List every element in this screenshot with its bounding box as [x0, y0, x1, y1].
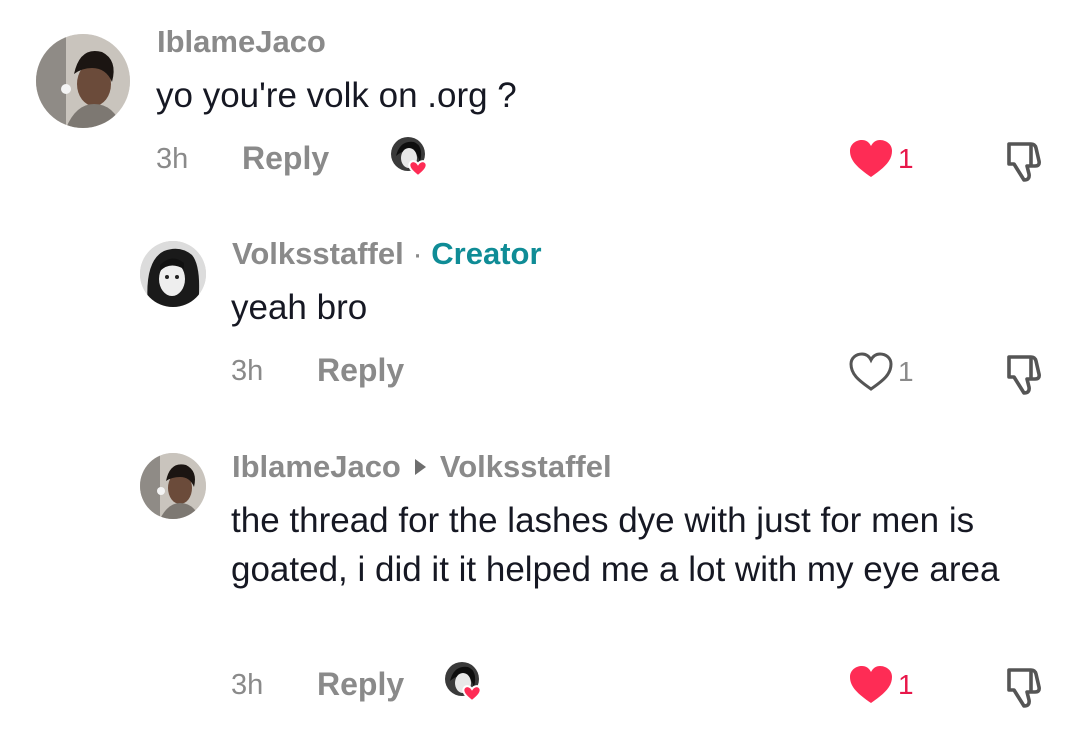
creator-liked-avatar-icon	[444, 661, 486, 703]
like-button[interactable]: 1	[848, 663, 914, 707]
reply-to-username[interactable]: Volksstaffel	[440, 449, 612, 484]
comment-time: 3h	[231, 669, 264, 701]
comment-username[interactable]: IblameJaco Volksstaffel	[232, 447, 612, 487]
like-count: 1	[898, 669, 914, 700]
username-text[interactable]: IblameJaco	[232, 449, 401, 484]
user-photo-icon	[140, 453, 206, 519]
avatar[interactable]	[140, 453, 206, 519]
comment-3: IblameJaco Volksstaffel the thread for th…	[0, 0, 1079, 748]
comment-text: the thread for the lashes dye with just …	[231, 501, 1000, 589]
reply-to-arrow-icon	[414, 459, 426, 476]
dislike-button[interactable]	[1000, 663, 1046, 709]
heart-icon	[850, 666, 892, 703]
reply-button[interactable]: Reply	[317, 664, 404, 704]
thumbs-down-icon	[1007, 668, 1041, 708]
